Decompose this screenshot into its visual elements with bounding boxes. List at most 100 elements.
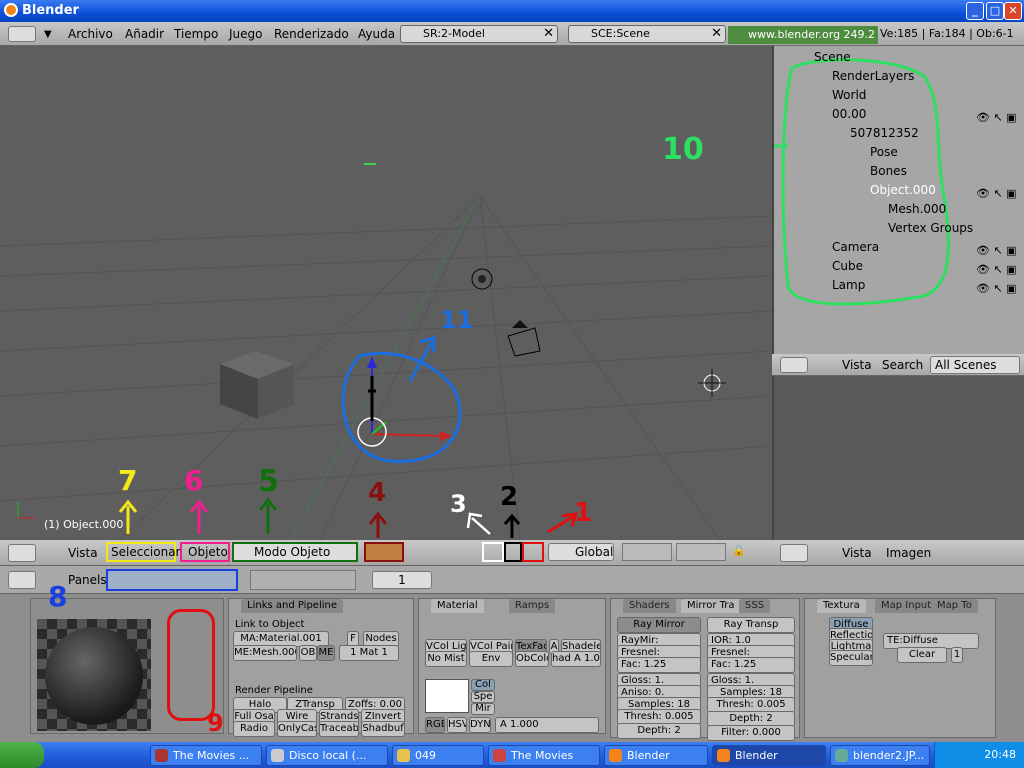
taskbar-item-049[interactable]: 049 xyxy=(392,745,484,766)
context-buttons[interactable] xyxy=(106,569,238,591)
spe-button[interactable]: Spe xyxy=(471,691,495,703)
env-button[interactable]: Env xyxy=(469,651,513,667)
image-image-menu[interactable]: Imagen xyxy=(886,546,931,560)
frame-counter[interactable]: 1 xyxy=(372,571,432,589)
manipulator-translate-button[interactable] xyxy=(482,542,504,562)
minimize-button[interactable]: _ xyxy=(966,2,984,20)
col-button[interactable]: Col xyxy=(471,679,495,691)
tab-map-input[interactable]: Map Input xyxy=(875,599,938,613)
view3d-window-type-button[interactable] xyxy=(8,544,36,562)
radio-button[interactable]: Radio xyxy=(233,721,275,737)
info-window-type-button[interactable] xyxy=(8,26,36,42)
image-view-menu[interactable]: Vista xyxy=(842,546,872,560)
outliner-item-pose[interactable]: Pose xyxy=(870,145,898,159)
no-mist-button[interactable]: No Mist xyxy=(425,651,467,667)
taskbar-item-blender1[interactable]: Blender xyxy=(604,745,708,766)
start-button[interactable] xyxy=(0,742,44,768)
close-button[interactable]: ✕ xyxy=(1004,2,1022,20)
outliner-item-object000[interactable]: Object.000 xyxy=(870,183,936,197)
mir-button[interactable]: Mir xyxy=(471,703,495,715)
image-editor[interactable] xyxy=(772,376,1024,540)
tab-mirror-transp[interactable]: Mirror Tra xyxy=(681,599,741,613)
ray-mirror-button[interactable]: Ray Mirror xyxy=(617,617,701,633)
object-menu[interactable]: Objeto xyxy=(180,542,230,562)
menu-renderizado[interactable]: Renderizado xyxy=(274,27,349,41)
manipulator-scale-button[interactable] xyxy=(522,542,544,562)
onlycast-button[interactable]: OnlyCast xyxy=(277,721,317,737)
preview-type-buttons[interactable] xyxy=(167,609,215,721)
maximize-button[interactable]: □ xyxy=(986,2,1004,20)
texture-clear-button[interactable]: Clear xyxy=(897,647,947,663)
mesh-link-field[interactable]: ME:Mesh.000 xyxy=(233,645,297,661)
outliner-item-renderlayers[interactable]: RenderLayers xyxy=(832,69,914,83)
rgb-button[interactable]: RGB xyxy=(425,717,445,733)
transp-filter-field[interactable]: Filter: 0.000 xyxy=(707,725,795,741)
mirror-depth-field[interactable]: Depth: 2 xyxy=(617,723,701,739)
menu-juego[interactable]: Juego xyxy=(229,27,263,41)
tab-map-to[interactable]: Map To xyxy=(931,599,978,613)
color-swatches[interactable] xyxy=(425,679,469,713)
scene-selector[interactable]: SCE:Scene ✕ xyxy=(568,25,726,43)
screen-selector[interactable]: SR:2-Model ✕ xyxy=(400,25,558,43)
taskbar-item-blender2[interactable]: Blender xyxy=(712,745,826,766)
chevron-down-icon[interactable]: ▼ xyxy=(44,29,52,40)
texture-users-field[interactable]: 1 xyxy=(951,647,963,663)
taskbar-item-blender2-jpg[interactable]: blender2.JP... xyxy=(830,745,930,766)
tab-ramps[interactable]: Ramps xyxy=(509,599,556,613)
delete-scene-icon[interactable]: ✕ xyxy=(711,26,722,42)
outliner-restrict-columns[interactable]: 👁 ↖ ▣ 👁 ↖ ▣ 👁 ↖ ▣ 👁 ↖ ▣ 👁 ↖ ▣ xyxy=(976,108,1024,295)
outliner-item-armature-00[interactable]: 00.00 xyxy=(832,107,866,121)
outliner-item-507812352[interactable]: 507812352 xyxy=(850,126,919,140)
outliner-item-scene[interactable]: Scene xyxy=(814,50,851,64)
link-me-button[interactable]: ME xyxy=(317,645,335,661)
outliner-item-vertex-groups[interactable]: Vertex Groups xyxy=(888,221,973,235)
menu-anadir[interactable]: Añadir xyxy=(125,27,164,41)
outliner-view-menu[interactable]: Vista xyxy=(842,358,872,372)
links-panel-title[interactable]: Links and Pipeline xyxy=(241,599,343,613)
transp-fac-slider[interactable]: Fac: 1.25 xyxy=(707,657,795,673)
menu-archivo[interactable]: Archivo xyxy=(68,27,113,41)
dyn-button[interactable]: DYN xyxy=(469,717,491,733)
outliner-item-world[interactable]: World xyxy=(832,88,866,102)
select-menu[interactable]: Seleccionar xyxy=(106,542,180,562)
outliner-scope-select[interactable]: All Scenes xyxy=(930,356,1020,374)
lock-icon[interactable]: 🔒 xyxy=(732,544,748,560)
tab-textura[interactable]: Textura xyxy=(817,599,866,613)
tab-shaders[interactable]: Shaders xyxy=(623,599,676,613)
menu-ayuda[interactable]: Ayuda xyxy=(358,27,395,41)
subcontext-buttons[interactable] xyxy=(250,570,356,590)
3d-viewport[interactable]: (1) Object.000 7 6 5 4 3 2 1 11 xyxy=(0,46,772,540)
image-window-type-button[interactable] xyxy=(780,544,808,562)
buttons-window-type-button[interactable] xyxy=(8,571,36,589)
view-menu[interactable]: Vista xyxy=(68,546,98,560)
tab-material[interactable]: Material xyxy=(431,599,484,613)
layer-buttons-2[interactable] xyxy=(676,543,726,561)
outliner-search-menu[interactable]: Search xyxy=(882,358,923,372)
outliner-item-lamp[interactable]: Lamp xyxy=(832,278,865,292)
channel-specular[interactable]: Specular xyxy=(829,650,873,666)
alpha-slider[interactable]: A 1.000 xyxy=(495,717,599,733)
ray-transp-button[interactable]: Ray Transp xyxy=(707,617,795,633)
outliner-item-camera[interactable]: Camera xyxy=(832,240,879,254)
outliner-window-type-button[interactable] xyxy=(780,357,808,373)
shadbuf-button[interactable]: Shadbuf xyxy=(361,721,405,737)
tab-sss[interactable]: SSS xyxy=(739,599,771,613)
mirror-fac-slider[interactable]: Fac: 1.25 xyxy=(617,657,701,673)
manipulator-rotate-button[interactable] xyxy=(504,542,522,562)
shadow-alpha-field[interactable]: had A 1.00 xyxy=(551,651,601,667)
traceable-button[interactable]: Traceabl xyxy=(319,721,359,737)
taskbar-item-movies2[interactable]: The Movies xyxy=(488,745,600,766)
outliner[interactable]: Scene RenderLayers World 00.00 507812352… xyxy=(662,46,1024,354)
taskbar-item-disco-local[interactable]: Disco local (... xyxy=(266,745,388,766)
taskbar-item-movies1[interactable]: The Movies ... xyxy=(150,745,262,766)
menu-tiempo[interactable]: Tiempo xyxy=(174,27,218,41)
link-ob-button[interactable]: OB xyxy=(299,645,317,661)
outliner-item-mesh000[interactable]: Mesh.000 xyxy=(888,202,946,216)
material-index-field[interactable]: 1 Mat 1 xyxy=(339,645,399,661)
outliner-item-cube[interactable]: Cube xyxy=(832,259,863,273)
mode-select[interactable]: Modo Objeto xyxy=(232,542,358,562)
panels-menu[interactable]: Panels xyxy=(68,573,107,587)
obcolor-button[interactable]: ObColo xyxy=(515,651,549,667)
hsv-button[interactable]: HSV xyxy=(447,717,467,733)
layer-buttons-1[interactable] xyxy=(622,543,672,561)
